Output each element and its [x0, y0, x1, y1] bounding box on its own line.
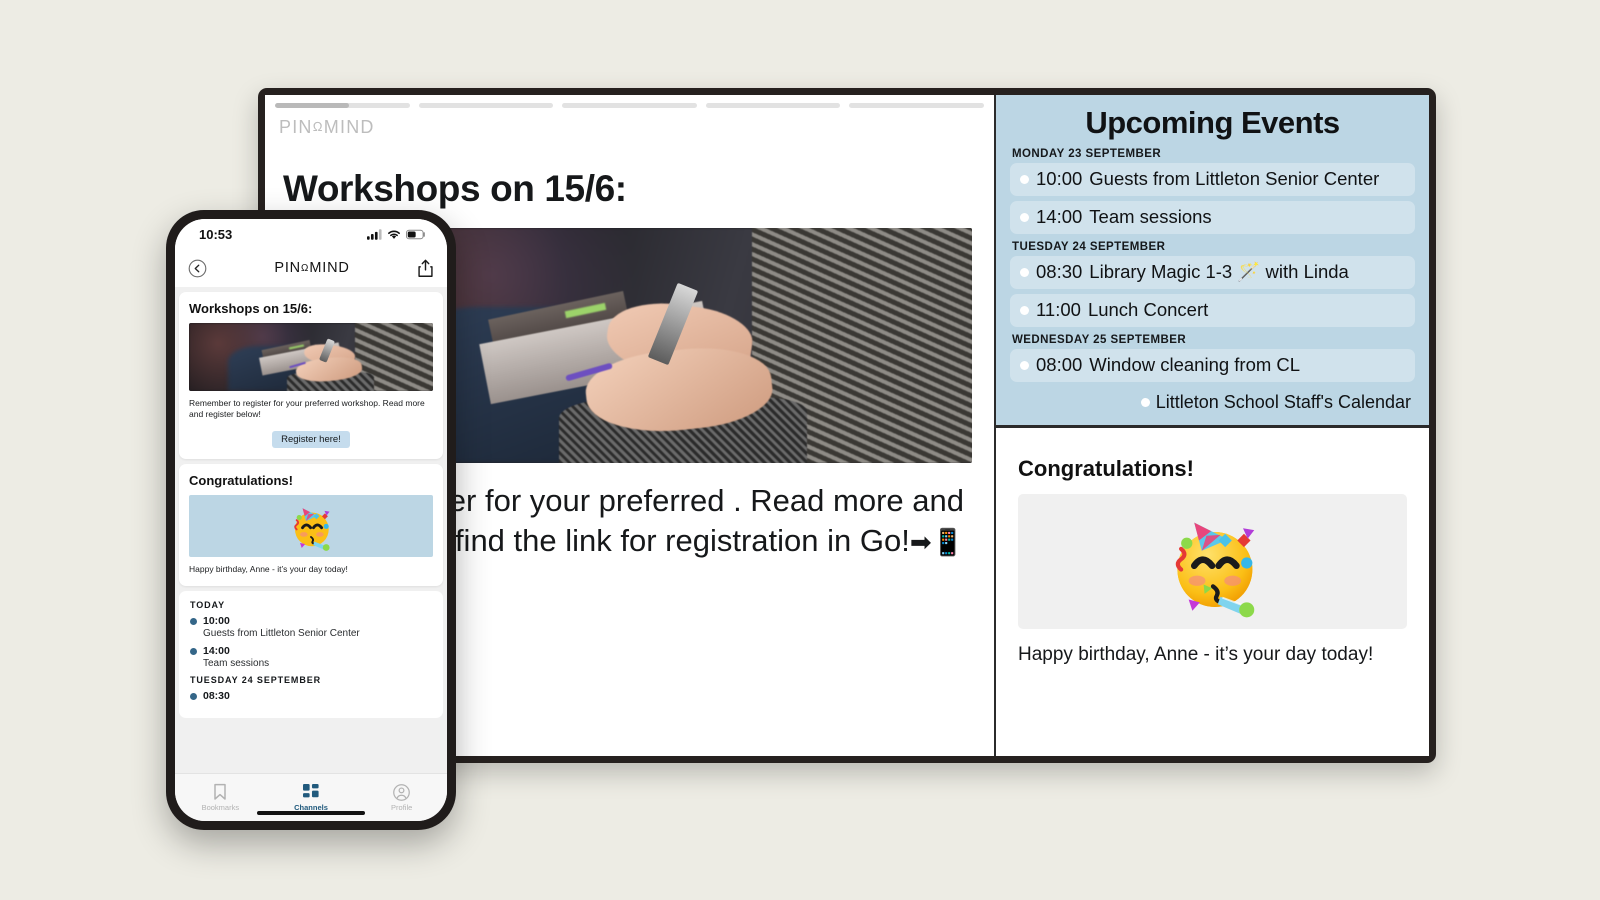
event-text: Guests from Littleton Senior Center — [1089, 168, 1380, 189]
phone-feed[interactable]: Workshops on 15/6: Remember to register … — [175, 287, 447, 773]
event-dot-icon — [1020, 174, 1029, 184]
status-time: 10:53 — [199, 226, 233, 242]
agenda-desc: Guests from Littleton Senior Center — [203, 628, 360, 640]
event-day-label: WEDNESDAY 25 SEPTEMBER — [1012, 334, 1187, 346]
partying-face-emoji — [294, 508, 330, 551]
card-text: Happy birthday, Anne - it’s your day tod… — [189, 563, 348, 574]
agenda-day-label: TODAY — [190, 600, 226, 611]
progress-segment — [705, 103, 841, 108]
signal-bars-icon — [367, 228, 382, 240]
event-row[interactable]: 08:00 Window cleaning from CL — [1010, 349, 1415, 382]
grid-icon — [302, 783, 319, 797]
phone-app-title: PINΩMIND — [274, 260, 350, 276]
card-image — [189, 323, 433, 391]
agenda-desc: Team sessions — [203, 658, 270, 670]
bookmark-icon — [214, 783, 227, 800]
phone-screen: 10:53 PINΩMIND Workshops on 15/6: Rememb… — [175, 219, 447, 821]
status-icons — [367, 228, 425, 240]
event-row[interactable]: 08:30 Library Magic 1-3 🪄 with Linda — [1010, 256, 1415, 289]
calendar-dot-icon — [1140, 398, 1150, 407]
screenshot-stage: PINΩMIND Workshops on 15/6: er to regist… — [0, 0, 1600, 900]
event-time: 08:00 — [1036, 354, 1083, 375]
register-button[interactable]: Register here! — [272, 430, 350, 448]
agenda-card[interactable]: TODAY 10:00 Guests from Littleton Senior… — [179, 591, 443, 719]
event-time: 11:00 — [1036, 299, 1081, 320]
event-row[interactable]: 14:00 Team sessions — [1010, 201, 1415, 234]
calendar-name: Littleton School Staff's Calendar — [1155, 392, 1411, 412]
event-day-label: TUESDAY 24 SEPTEMBER — [1012, 241, 1166, 253]
phone-status-bar: 10:53 — [175, 219, 447, 249]
event-dot-icon — [1020, 360, 1029, 370]
event-row[interactable]: 10:00 Guests from Littleton Senior Cente… — [1010, 163, 1415, 196]
agenda-time-row: 10:00 — [190, 615, 432, 627]
card-text: Remember to register for your preferred … — [189, 398, 425, 420]
agenda-dot-icon — [190, 617, 197, 625]
card-image — [189, 494, 433, 557]
congrats-title: Congratulations! — [1018, 456, 1194, 481]
tab-label: Bookmarks — [201, 803, 240, 812]
battery-icon — [406, 229, 425, 239]
tab-channels[interactable]: Channels — [266, 783, 357, 812]
upcoming-events-panel: Upcoming Events MONDAY 23 SEPTEMBER 10:0… — [996, 95, 1429, 428]
agenda-item[interactable]: 08:30 — [190, 690, 432, 702]
phone-nav-bar: PINΩMIND — [175, 249, 447, 287]
partying-face-emoji — [1175, 522, 1254, 617]
slide-progress-bar — [265, 95, 994, 108]
share-icon[interactable] — [417, 259, 434, 278]
agenda-dot-icon — [190, 692, 197, 700]
back-circle-icon[interactable] — [188, 259, 207, 278]
event-day-label: MONDAY 23 SEPTEMBER — [1012, 148, 1162, 160]
event-text: Library Magic 1-3 🪄 with Linda — [1089, 261, 1349, 282]
event-text: Lunch Concert — [1087, 299, 1209, 320]
congrats-caption: Happy birthday, Anne - it’s your day tod… — [1018, 644, 1374, 665]
agenda-time: 14:00 — [203, 645, 230, 658]
event-dot-icon — [1020, 267, 1029, 277]
person-circle-icon — [393, 783, 411, 801]
agenda-item[interactable]: 10:00 Guests from Littleton Senior Cente… — [190, 615, 432, 639]
event-text: Window cleaning from CL — [1089, 354, 1301, 375]
event-time: 08:30 — [1036, 261, 1083, 282]
event-text: Team sessions — [1089, 206, 1212, 227]
progress-segment — [562, 103, 697, 108]
post-title: Workshops on 15/6: — [283, 168, 627, 209]
agenda-day-label: TUESDAY 24 SEPTEMBER — [190, 675, 322, 686]
tab-profile[interactable]: Profile — [356, 783, 447, 812]
phone-mockup: 10:53 PINΩMIND Workshops on 15/6: Rememb… — [166, 210, 456, 830]
phone-arrow-emoji: ➡📱 — [909, 527, 964, 558]
congratulations-panel: Congratulations! Happy birthday, Anne - … — [996, 428, 1429, 756]
agenda-time-row: 08:30 — [190, 690, 432, 702]
agenda-dot-icon — [190, 647, 197, 655]
congrats-image — [1018, 494, 1407, 629]
agenda-time-row: 14:00 — [190, 645, 432, 657]
feed-card-congratulations[interactable]: Congratulations! Happy birthday, Anne - … — [179, 463, 443, 587]
pinmind-logo: PINΩMIND — [279, 117, 375, 137]
agenda-time: 10:00 — [203, 615, 230, 628]
event-row[interactable]: 11:00 Lunch Concert — [1010, 294, 1415, 327]
progress-segment — [275, 103, 410, 108]
progress-segment — [849, 103, 984, 108]
agenda-item[interactable]: 14:00 Team sessions — [190, 645, 432, 669]
event-time: 10:00 — [1036, 168, 1083, 189]
feed-card-workshops[interactable]: Workshops on 15/6: Remember to register … — [179, 292, 443, 459]
calendar-source: Littleton School Staff's Calendar — [1010, 387, 1415, 413]
tab-label: Profile — [391, 802, 413, 812]
wifi-icon — [388, 230, 400, 239]
event-time: 14:00 — [1036, 206, 1083, 227]
card-title: Congratulations! — [189, 472, 293, 488]
event-dot-icon — [1020, 305, 1029, 315]
agenda-time: 08:30 — [203, 690, 230, 703]
card-title: Workshops on 15/6: — [189, 301, 313, 316]
progress-segment — [418, 103, 554, 108]
event-dot-icon — [1020, 212, 1029, 222]
home-indicator — [257, 811, 365, 815]
tab-bookmarks[interactable]: Bookmarks — [175, 783, 266, 812]
events-title: Upcoming Events — [1085, 105, 1340, 140]
sidebar-column: Upcoming Events MONDAY 23 SEPTEMBER 10:0… — [996, 95, 1429, 756]
